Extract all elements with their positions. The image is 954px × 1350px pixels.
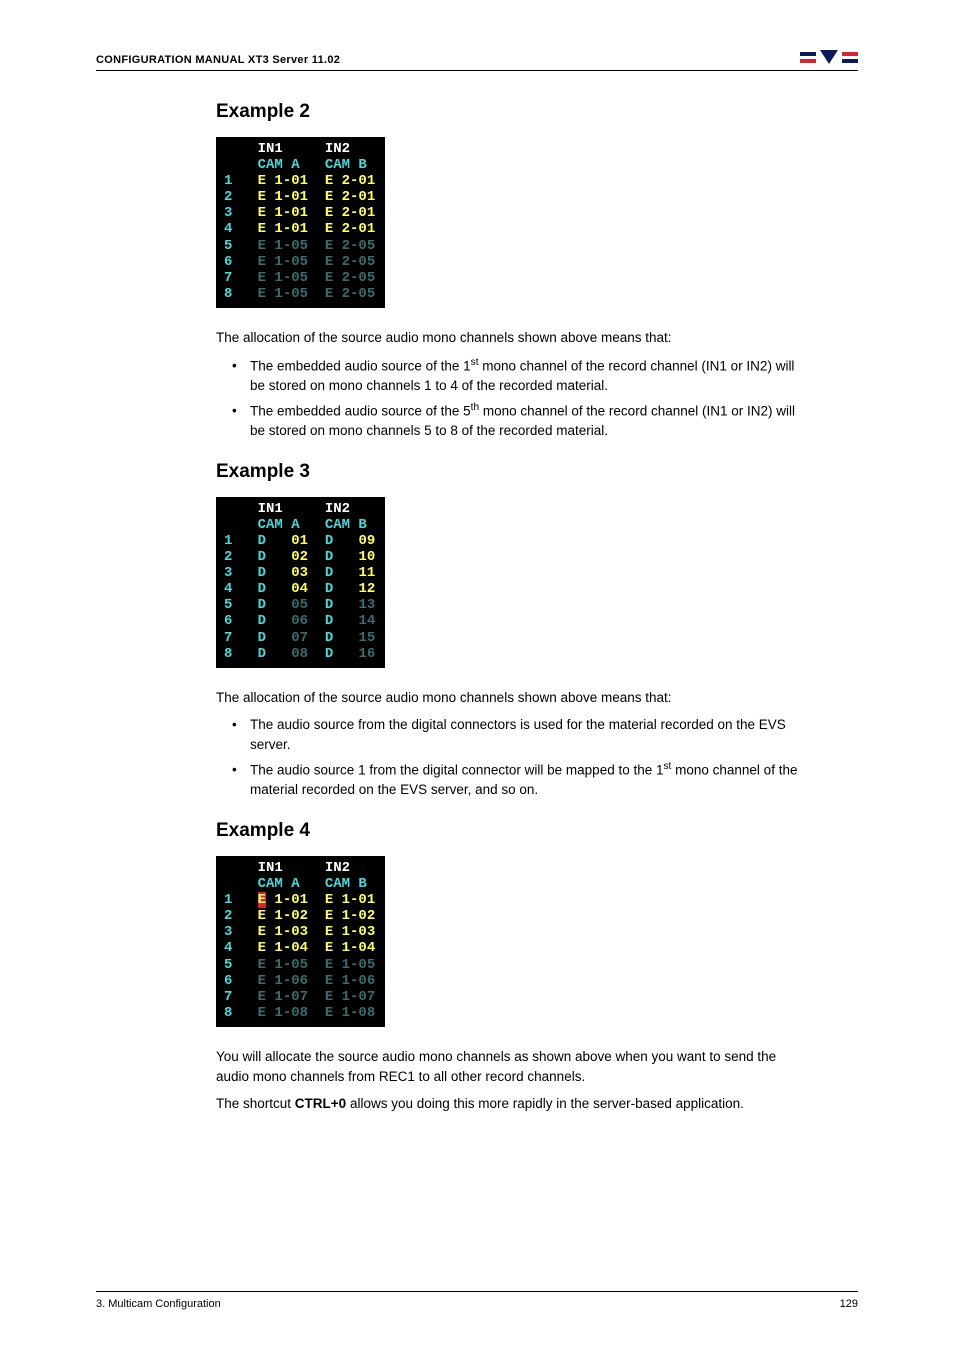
example2-bullets: The embedded audio source of the 1st mon… xyxy=(216,356,806,441)
footer-section: 3. Multicam Configuration xyxy=(96,1298,221,1310)
example4-para1: You will allocate the source audio mono … xyxy=(216,1047,806,1086)
logo-shape xyxy=(820,50,838,64)
text: allows you doing this more rapidly in th… xyxy=(346,1096,744,1111)
example3-intro: The allocation of the source audio mono … xyxy=(216,688,806,708)
example3-terminal: IN1 IN2 CAM A CAM B 1 D 01 D 092 D 02 D … xyxy=(216,497,385,668)
logo-shape xyxy=(842,59,858,63)
example4-heading: Example 4 xyxy=(216,820,806,842)
list-item: The audio source from the digital connec… xyxy=(232,715,806,754)
list-item: The embedded audio source of the 1st mon… xyxy=(232,356,806,396)
evs-logo xyxy=(800,50,858,66)
shortcut-label: CTRL+0 xyxy=(295,1096,346,1111)
example4-terminal: IN1 IN2 CAM A CAM B 1 E 1-01 E 1-012 E 1… xyxy=(216,856,385,1027)
example2-intro: The allocation of the source audio mono … xyxy=(216,328,806,348)
example4-para2: The shortcut CTRL+0 allows you doing thi… xyxy=(216,1094,806,1114)
example3-heading: Example 3 xyxy=(216,461,806,483)
example2-terminal: IN1 IN2 CAM A CAM B 1 E 1-01 E 2-012 E 1… xyxy=(216,137,385,308)
logo-shape xyxy=(842,52,858,56)
list-item: The audio source 1 from the digital conn… xyxy=(232,760,806,800)
example2-heading: Example 2 xyxy=(216,101,806,123)
doc-header-title: CONFIGURATION MANUAL XT3 Server 11.02 xyxy=(96,54,340,66)
footer-rule xyxy=(96,1291,858,1292)
header-rule xyxy=(96,70,858,71)
logo-shape xyxy=(800,59,816,63)
example3-bullets: The audio source from the digital connec… xyxy=(216,715,806,800)
footer-page-number: 129 xyxy=(840,1298,858,1310)
text: The shortcut xyxy=(216,1096,295,1111)
logo-shape xyxy=(800,52,816,56)
list-item: The embedded audio source of the 5th mon… xyxy=(232,401,806,441)
